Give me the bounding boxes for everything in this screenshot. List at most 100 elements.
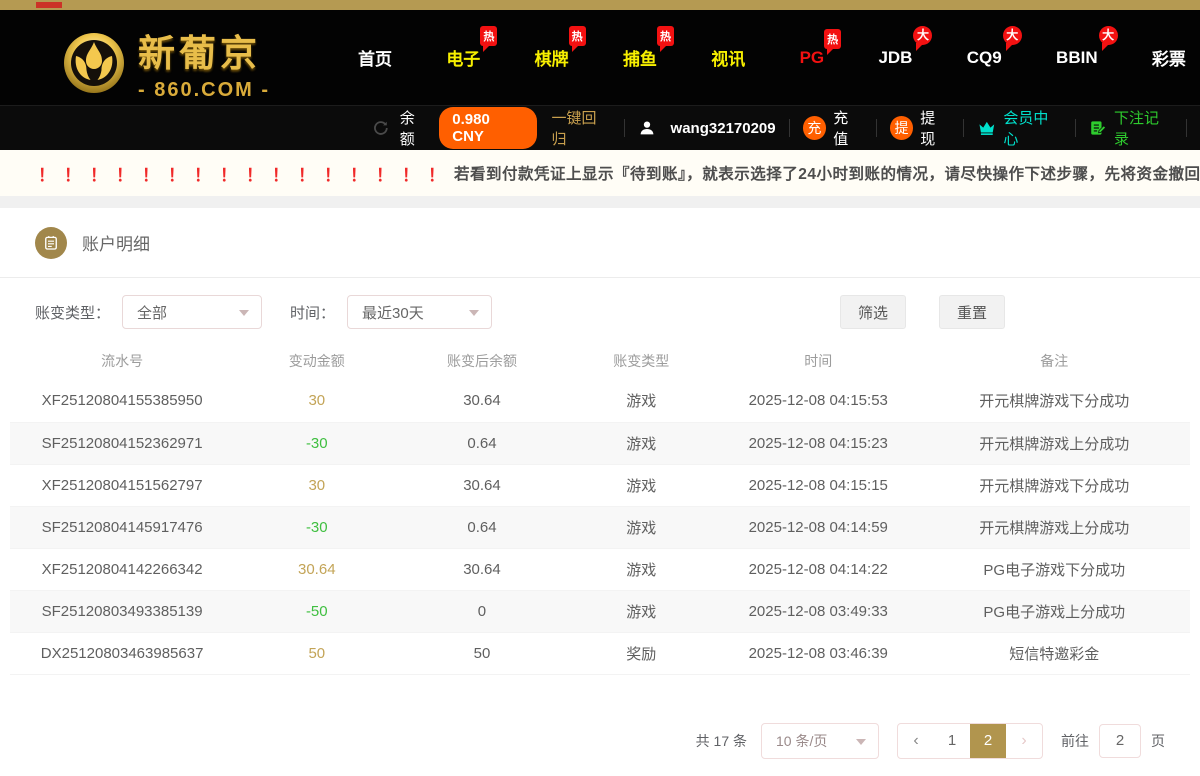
pager: ‹ 12 › [897,723,1043,759]
cell-time: 2025-12-08 04:15:23 [718,422,919,464]
nav-item-label: BBIN [1056,48,1098,67]
user-icon [638,119,656,137]
bet-records-icon [1089,119,1107,137]
section-divider [0,196,1200,208]
type-filter-value: 全部 [137,302,167,323]
column-header: 账变类型 [565,342,718,380]
withdraw-label: 提现 [920,107,949,149]
balance-value: 0.980 CNY [439,107,537,149]
nav-item-cq9[interactable]: CQ9大 [967,48,1002,68]
cutoff-fragment [36,2,62,8]
nav-item-chess[interactable]: 棋牌热 [535,45,569,70]
cell-type: 游戏 [565,422,718,464]
table-row: SF25120804145917476-300.64游戏2025-12-08 0… [10,506,1190,548]
goto-page-input[interactable] [1099,724,1141,758]
cell-time: 2025-12-08 03:46:39 [718,632,919,674]
cell-balance: 0.64 [399,422,564,464]
username: wang32170209 [671,120,776,137]
column-header: 流水号 [10,342,234,380]
page-button-2[interactable]: 2 [970,723,1006,759]
logo-title: 新葡京 [138,23,270,77]
nav-item-label: PG [800,48,825,67]
nav-item-bbin[interactable]: BBIN大 [1056,48,1098,68]
cell-balance: 30.64 [399,464,564,506]
pager-pages: 12 [934,723,1006,759]
time-filter-value: 最近30天 [362,302,424,323]
browser-cutoff-strip [0,0,1200,10]
cell-time: 2025-12-08 03:49:33 [718,590,919,632]
nav-item-home[interactable]: 首页 [358,45,392,70]
nav-item-fishing[interactable]: 捕鱼热 [623,45,657,70]
cell-serial: XF25120804142266342 [10,548,234,590]
page-title: 账户明细 [82,230,150,255]
ledger-icon [35,227,67,259]
user-account[interactable]: wang32170209 [638,119,776,137]
nav-item-lottery[interactable]: 彩票 [1152,45,1186,70]
goto-label: 前往 [1061,731,1089,751]
member-center-link[interactable]: 会员中心 [977,107,1063,149]
nav-item-jdb[interactable]: JDB大 [878,48,912,68]
cell-type: 游戏 [565,506,718,548]
reset-button[interactable]: 重置 [939,295,1005,329]
table-row: XF2512080414226634230.6430.64游戏2025-12-0… [10,548,1190,590]
type-filter-select[interactable]: 全部 [122,295,262,329]
deposit-badge-icon: 充 [803,116,827,140]
deposit-button[interactable]: 充 充值 [803,107,863,149]
cell-type: 奖励 [565,632,718,674]
filter-row: 账变类型： 全部 时间： 最近30天 筛选 重置 [0,294,1200,330]
bet-records-label: 下注记录 [1114,107,1173,149]
bet-records-link[interactable]: 下注记录 [1089,107,1173,149]
nav-item-label: CQ9 [967,48,1002,67]
cell-balance: 50 [399,632,564,674]
cell-serial: XF25120804155385950 [10,380,234,422]
cell-serial: SF25120803493385139 [10,590,234,632]
cell-time: 2025-12-08 04:14:22 [718,548,919,590]
withdraw-button[interactable]: 提 提现 [890,107,950,149]
table-header-row: 流水号变动金额账变后余额账变类型时间备注 [10,342,1190,380]
nav-item-label: 首页 [358,50,392,69]
next-page-button[interactable]: › [1006,724,1042,758]
cell-time: 2025-12-08 04:14:59 [718,506,919,548]
cell-amount: 30 [234,464,399,506]
goto-suffix: 页 [1151,731,1165,751]
divider [789,119,790,137]
announcement-bar: ！！！！！！！！！！！！！！！！ 若看到付款凭证上显示『待到账』，就表示选择了2… [0,150,1200,196]
nav-item-label: 棋牌 [535,50,569,69]
nav-item-label: 彩票 [1152,50,1186,69]
hot-badge-icon: 热 [657,26,674,46]
page-title-row: 账户明细 [0,208,1200,278]
cell-remark: 开元棋牌游戏下分成功 [919,464,1190,506]
cell-amount: 30 [234,380,399,422]
big-badge-icon: 大 [1099,26,1118,45]
cell-serial: XF25120804151562797 [10,464,234,506]
cell-remark: 开元棋牌游戏下分成功 [919,380,1190,422]
hot-badge-icon: 热 [480,26,497,46]
nav-item-video[interactable]: 视讯 [711,45,745,70]
cell-type: 游戏 [565,590,718,632]
column-header: 账变后余额 [399,342,564,380]
filter-button[interactable]: 筛选 [840,295,906,329]
user-bar: 余额 0.980 CNY 一键回归 wang32170209 充 充值 提 提现… [0,105,1200,150]
nav-item-label: 视讯 [711,50,745,69]
big-badge-icon: 大 [1003,26,1022,45]
column-header: 变动金额 [234,342,399,380]
page-button-1[interactable]: 1 [934,723,970,759]
logo-domain: - 860.COM - [138,79,270,102]
prev-page-button[interactable]: ‹ [898,724,934,758]
table-row: SF25120803493385139-500游戏2025-12-08 03:4… [10,590,1190,632]
one-key-recall-button[interactable]: 一键回归 [551,107,610,149]
cell-amount: -30 [234,422,399,464]
announcement-marks: ！！！！！！！！！！！！！！！！ [38,161,454,186]
time-filter-select[interactable]: 最近30天 [347,295,492,329]
divider [1186,119,1187,137]
chevron-down-icon [856,739,866,750]
transactions-table: 流水号变动金额账变后余额账变类型时间备注 XF25120804155385950… [10,342,1190,675]
cell-type: 游戏 [565,548,718,590]
refresh-icon[interactable] [372,119,390,137]
table-row: SF25120804152362971-300.64游戏2025-12-08 0… [10,422,1190,464]
page-size-select[interactable]: 10 条/页 [761,723,879,759]
nav-item-pg[interactable]: PG热 [800,48,825,68]
nav-item-slots[interactable]: 电子热 [446,45,480,70]
site-logo[interactable]: 新葡京 - 860.COM - [62,23,270,102]
cell-balance: 0.64 [399,506,564,548]
